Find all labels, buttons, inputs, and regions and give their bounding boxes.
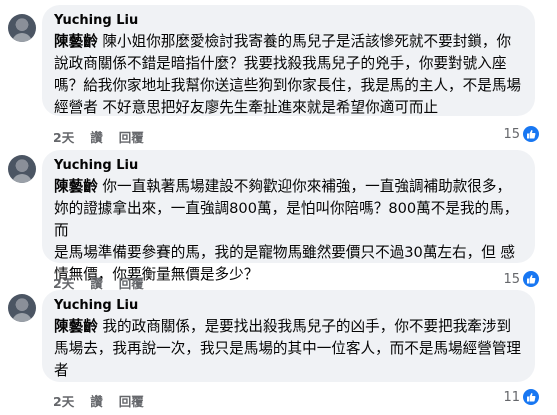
comment-line: 是馬場準備要參賽的馬，我的是寵物馬雖然要價只不過30萬左右，但 感 xyxy=(54,244,516,261)
comment-line: 說政商關係不錯是暗指什麼？我要找殺我馬兒子的兇手，你要對號入座 xyxy=(54,55,507,72)
author-name[interactable]: Yuching Liu xyxy=(54,157,523,174)
comment-bubble: Yuching Liu 陳藝齡 陳小姐你那麼愛檢討我寄養的馬兒子是活該慘死就不要… xyxy=(42,5,535,116)
author-name[interactable]: Yuching Liu xyxy=(54,297,523,314)
reaction-number: 15 xyxy=(503,126,520,142)
comment-line: 者 xyxy=(54,362,69,379)
comment-line: 你一直執著馬場建設不夠歡迎你來補強，一直強調補助款很多， xyxy=(97,178,512,195)
comment-actions: 2天 讚 回覆 xyxy=(53,127,144,146)
comment-line: 嗎？給我你家地址我幫你送這些狗到你家長住，我是馬的主人，不是馬場 xyxy=(54,77,522,94)
comment-line: 馬場去，我再說一次，我只是馬場的其中一位客人，而不是馬場經營管理 xyxy=(54,340,522,357)
avatar[interactable] xyxy=(8,155,36,183)
reply-button[interactable]: 回覆 xyxy=(119,391,144,410)
author-name[interactable]: Yuching Liu xyxy=(54,12,523,29)
comment-line: 經營者 不好意思把好友廖先生牽扯進來就是希望你適可而止 xyxy=(54,99,439,116)
mention-tag[interactable]: 陳藝齡 xyxy=(54,178,98,195)
comment-bubble: Yuching Liu 陳藝齡 你一直執著馬場建設不夠歡迎你來補強，一直強調補助… xyxy=(42,150,535,283)
mention-tag[interactable]: 陳藝齡 xyxy=(54,33,98,50)
like-thumb-icon xyxy=(523,389,539,405)
avatar[interactable] xyxy=(8,294,36,322)
comment-text: 陳藝齡 我的政商關係，是要找出殺我馬兒子的凶手，你不要把我牽涉到 馬場去，我再說… xyxy=(54,316,523,382)
avatar[interactable] xyxy=(8,14,36,42)
mention-tag[interactable]: 陳藝齡 xyxy=(54,318,98,335)
comment-actions: 2天 讚 回覆 xyxy=(53,391,144,410)
reply-button[interactable]: 回覆 xyxy=(119,127,144,146)
comment-text: 陳藝齡 陳小姐你那麼愛檢討我寄養的馬兒子是活該慘死就不要封鎖，你 說政商關係不錯… xyxy=(54,31,523,119)
reaction-number: 11 xyxy=(503,389,520,405)
reaction-count[interactable]: 11 xyxy=(503,389,539,405)
comment-line: 我的政商關係，是要找出殺我馬兒子的凶手，你不要把我牽涉到 xyxy=(97,318,512,335)
comment-bubble: Yuching Liu 陳藝齡 我的政商關係，是要找出殺我馬兒子的凶手，你不要把… xyxy=(42,290,535,382)
timestamp[interactable]: 2天 xyxy=(53,391,74,410)
reaction-number: 15 xyxy=(503,271,520,287)
like-button[interactable]: 讚 xyxy=(90,127,103,146)
like-thumb-icon xyxy=(523,271,539,287)
timestamp[interactable]: 2天 xyxy=(53,127,74,146)
like-button[interactable]: 讚 xyxy=(90,391,103,410)
reaction-count[interactable]: 15 xyxy=(503,271,539,287)
comment-line: 妳的證據拿出來，一直強調800萬，是怕叫你陪嗎？800萬不是我的馬，而 xyxy=(54,200,519,239)
comment-line: 陳小姐你那麼愛檢討我寄養的馬兒子是活該慘死就不要封鎖，你 xyxy=(97,33,512,50)
reaction-count[interactable]: 15 xyxy=(503,126,539,142)
like-thumb-icon xyxy=(523,126,539,142)
comment-text: 陳藝齡 你一直執著馬場建設不夠歡迎你來補強，一直強調補助款很多， 妳的證據拿出來… xyxy=(54,176,523,286)
